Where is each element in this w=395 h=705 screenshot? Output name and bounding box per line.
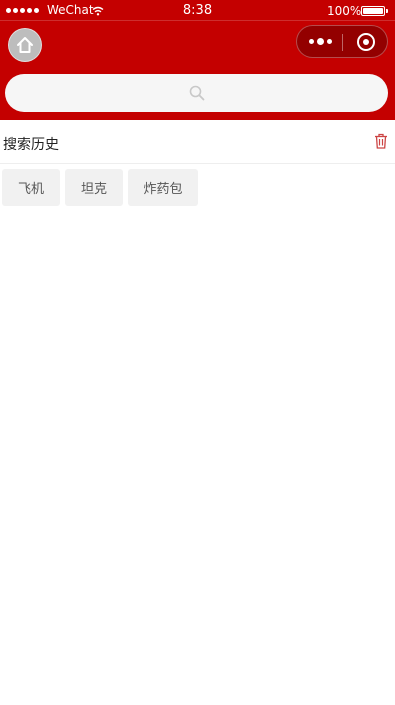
close-mini-program-button[interactable] — [343, 26, 388, 57]
close-mini-program-icon — [356, 32, 375, 51]
header: WeChat 8:38 100% — [0, 0, 395, 120]
home-icon — [17, 37, 33, 53]
search-bar[interactable] — [5, 74, 388, 112]
app-screen: WeChat 8:38 100% 搜索历史 飞机 坦克 炸药包 — [0, 0, 395, 705]
more-button[interactable] — [297, 26, 343, 57]
battery-percent: 100% — [327, 4, 362, 18]
home-button[interactable] — [8, 28, 42, 62]
more-icon — [308, 39, 314, 44]
search-input[interactable] — [5, 74, 388, 112]
history-tag[interactable]: 炸药包 — [128, 169, 198, 206]
search-history-list: 飞机 坦克 炸药包 — [2, 169, 198, 206]
trash-icon[interactable] — [374, 133, 388, 149]
mini-program-capsule — [296, 25, 388, 58]
history-tag[interactable]: 坦克 — [65, 169, 123, 206]
search-history-title: 搜索历史 — [3, 137, 59, 153]
status-bar: WeChat 8:38 100% — [0, 0, 395, 21]
history-tag[interactable]: 飞机 — [2, 169, 60, 206]
battery-icon — [361, 6, 388, 16]
search-history-header: 搜索历史 — [0, 121, 395, 164]
